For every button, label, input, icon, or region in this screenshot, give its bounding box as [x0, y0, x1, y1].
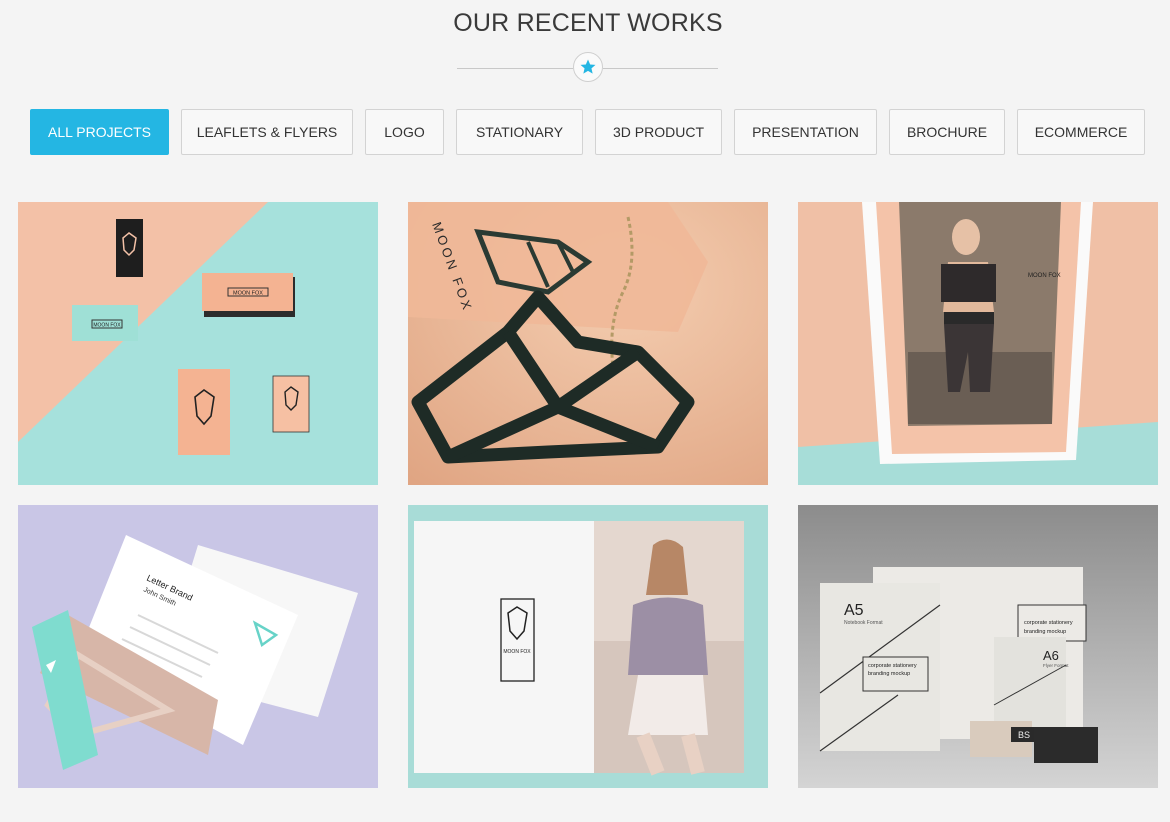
bs-label: BS	[1018, 730, 1030, 740]
title-divider-right	[603, 68, 718, 69]
mockup-title-b: branding mockup	[868, 671, 910, 677]
filter-ecommerce[interactable]: ECOMMERCE	[1017, 109, 1145, 155]
filter-all-projects[interactable]: ALL PROJECTS	[30, 109, 169, 155]
filter-leaflets-flyers[interactable]: LEAFLETS & FLYERS	[181, 109, 353, 155]
title-divider-left	[457, 68, 573, 69]
portfolio-item-letterhead[interactable]: Letter Brand John Smith	[18, 505, 378, 788]
mockup-title-a: corporate stationery	[868, 663, 917, 669]
a5-label: A5	[844, 602, 864, 619]
filter-logo[interactable]: LOGO	[365, 109, 444, 155]
card-label-2: MOON FOX	[93, 323, 121, 329]
star-icon	[580, 59, 596, 74]
peach-card-stack: MOON FOX	[202, 273, 295, 317]
card-label-1: MOON FOX	[233, 291, 263, 297]
portfolio-item-stationery-mockup[interactable]: A5 Notebook Format corporate stationery …	[798, 505, 1158, 788]
mockup-title-c: corporate stationery	[1024, 620, 1073, 626]
filter-3d-product[interactable]: 3D PRODUCT	[595, 109, 722, 155]
poster-label: MOON FOX	[1028, 273, 1061, 279]
peach-card-vertical	[178, 369, 230, 455]
mockup-title-d: branding mockup	[1024, 629, 1066, 635]
portfolio-item-business-cards[interactable]: MOON FOX MOON FOX	[18, 202, 378, 485]
peach-card-small	[272, 375, 310, 433]
brochure-label: MOON FOX	[503, 649, 531, 655]
filter-stationary[interactable]: STATIONARY	[456, 109, 583, 155]
portfolio-item-fox-tag[interactable]: MOON FOX	[408, 202, 768, 485]
a5-sub: Notebook Format	[844, 620, 883, 626]
portfolio-item-brochure[interactable]: MOON FOX	[408, 505, 768, 788]
section-title: OUR RECENT WORKS	[453, 9, 723, 37]
poster-figure-head	[952, 219, 980, 255]
a6-label: A6	[1043, 648, 1059, 663]
black-card	[116, 219, 143, 277]
portfolio-item-framed-poster[interactable]: MOON FOX	[798, 202, 1158, 485]
filter-presentation[interactable]: PRESENTATION	[734, 109, 877, 155]
star-badge	[573, 52, 603, 82]
mint-card: MOON FOX	[72, 305, 138, 341]
filter-brochure[interactable]: BROCHURE	[889, 109, 1005, 155]
